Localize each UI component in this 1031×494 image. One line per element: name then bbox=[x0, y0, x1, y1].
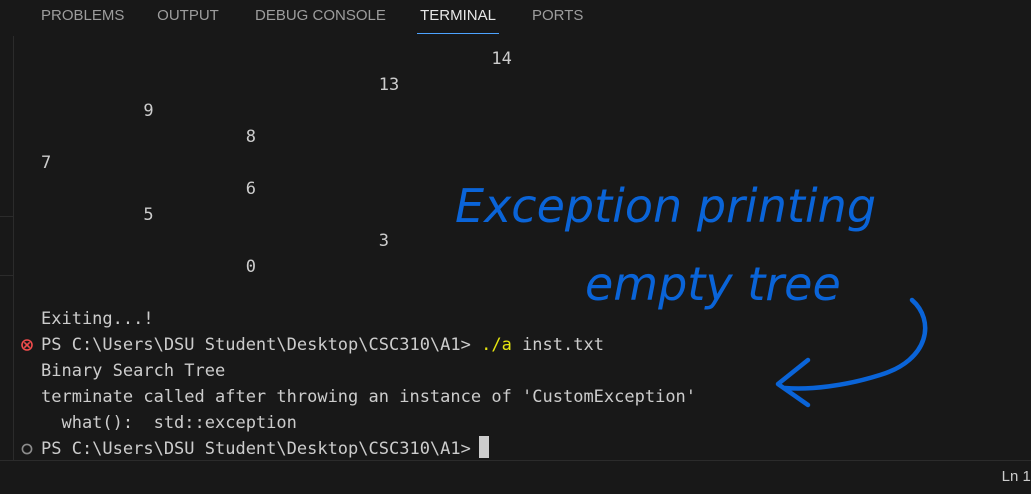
terminal-line: terminate called after throwing an insta… bbox=[41, 387, 697, 407]
tab-output[interactable]: OUTPUT bbox=[157, 6, 219, 28]
terminal-command-line: PS C:\Users\DSU Student\Desktop\CSC310\A… bbox=[41, 332, 604, 358]
sidebar-edge bbox=[0, 36, 14, 460]
terminal-line: 7 bbox=[41, 153, 52, 173]
tab-ports[interactable]: PORTS bbox=[532, 6, 583, 28]
cursor-position[interactable]: Ln 1, bbox=[1002, 468, 1031, 485]
status-bar: Ln 1, bbox=[0, 460, 1031, 494]
terminal-line: Binary Search Tree bbox=[41, 361, 226, 381]
terminal-line: what(): std::exception bbox=[41, 413, 297, 433]
command-args: inst.txt bbox=[511, 335, 604, 355]
terminal-output[interactable]: 14 13 9 8 7 6 5 3 0 Exiting...! PS C:\Us… bbox=[14, 36, 1031, 460]
shell-prompt: PS C:\Users\DSU Student\Desktop\CSC310\A… bbox=[41, 439, 471, 459]
terminal-line: Exiting...! bbox=[41, 309, 154, 329]
sidebar-edge-notch bbox=[0, 216, 13, 276]
terminal-prompt-line[interactable]: PS C:\Users\DSU Student\Desktop\CSC310\A… bbox=[41, 436, 489, 460]
terminal-line: 6 bbox=[41, 179, 256, 199]
command-name: ./a bbox=[481, 335, 512, 355]
terminal-line: 8 bbox=[41, 127, 256, 147]
terminal-line: 0 bbox=[41, 257, 256, 277]
terminal-line: 3 bbox=[41, 231, 389, 251]
tab-debug-console[interactable]: DEBUG CONSOLE bbox=[255, 6, 386, 28]
terminal-line: 14 bbox=[41, 49, 512, 69]
tab-problems[interactable]: PROBLEMS bbox=[41, 6, 124, 28]
panel-tab-bar: PROBLEMS OUTPUT DEBUG CONSOLE TERMINAL P… bbox=[0, 0, 1031, 36]
shell-prompt: PS C:\Users\DSU Student\Desktop\CSC310\A… bbox=[41, 335, 482, 355]
circle-outline-icon[interactable] bbox=[20, 442, 34, 456]
error-circle-icon[interactable] bbox=[20, 338, 34, 352]
terminal-line: 13 bbox=[41, 75, 400, 95]
terminal-cursor bbox=[478, 436, 489, 458]
terminal-line: 9 bbox=[41, 101, 154, 121]
terminal-line: 5 bbox=[41, 205, 154, 225]
tab-terminal[interactable]: TERMINAL bbox=[417, 6, 499, 34]
